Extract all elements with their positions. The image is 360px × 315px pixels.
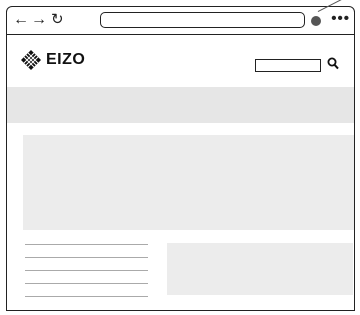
hero-banner bbox=[23, 135, 354, 230]
pointer-dot-icon bbox=[311, 16, 321, 26]
address-bar[interactable] bbox=[100, 12, 305, 28]
content-box bbox=[167, 243, 353, 295]
forward-arrow-icon[interactable]: → bbox=[31, 10, 47, 30]
text-line bbox=[25, 283, 148, 284]
menu-ellipsis-icon[interactable]: ••• bbox=[331, 9, 350, 29]
text-line bbox=[25, 296, 148, 297]
eizo-logo-mark-icon bbox=[21, 50, 41, 70]
search-input[interactable] bbox=[255, 59, 321, 72]
eizo-logo[interactable]: EIZO bbox=[20, 49, 85, 71]
reload-icon[interactable]: ↻ bbox=[51, 10, 64, 30]
back-arrow-icon[interactable]: ← bbox=[13, 10, 29, 30]
text-block bbox=[25, 244, 148, 309]
text-line bbox=[25, 270, 148, 271]
search-icon[interactable] bbox=[327, 57, 339, 70]
logo-text: EIZO bbox=[46, 51, 86, 68]
text-line bbox=[25, 257, 148, 258]
site-header: EIZO bbox=[7, 35, 354, 85]
browser-toolbar: ← → ↻ ••• bbox=[7, 7, 354, 35]
browser-window: ← → ↻ ••• EIZO bbox=[6, 6, 355, 311]
navigation-bar bbox=[7, 87, 354, 123]
text-line bbox=[25, 244, 148, 245]
